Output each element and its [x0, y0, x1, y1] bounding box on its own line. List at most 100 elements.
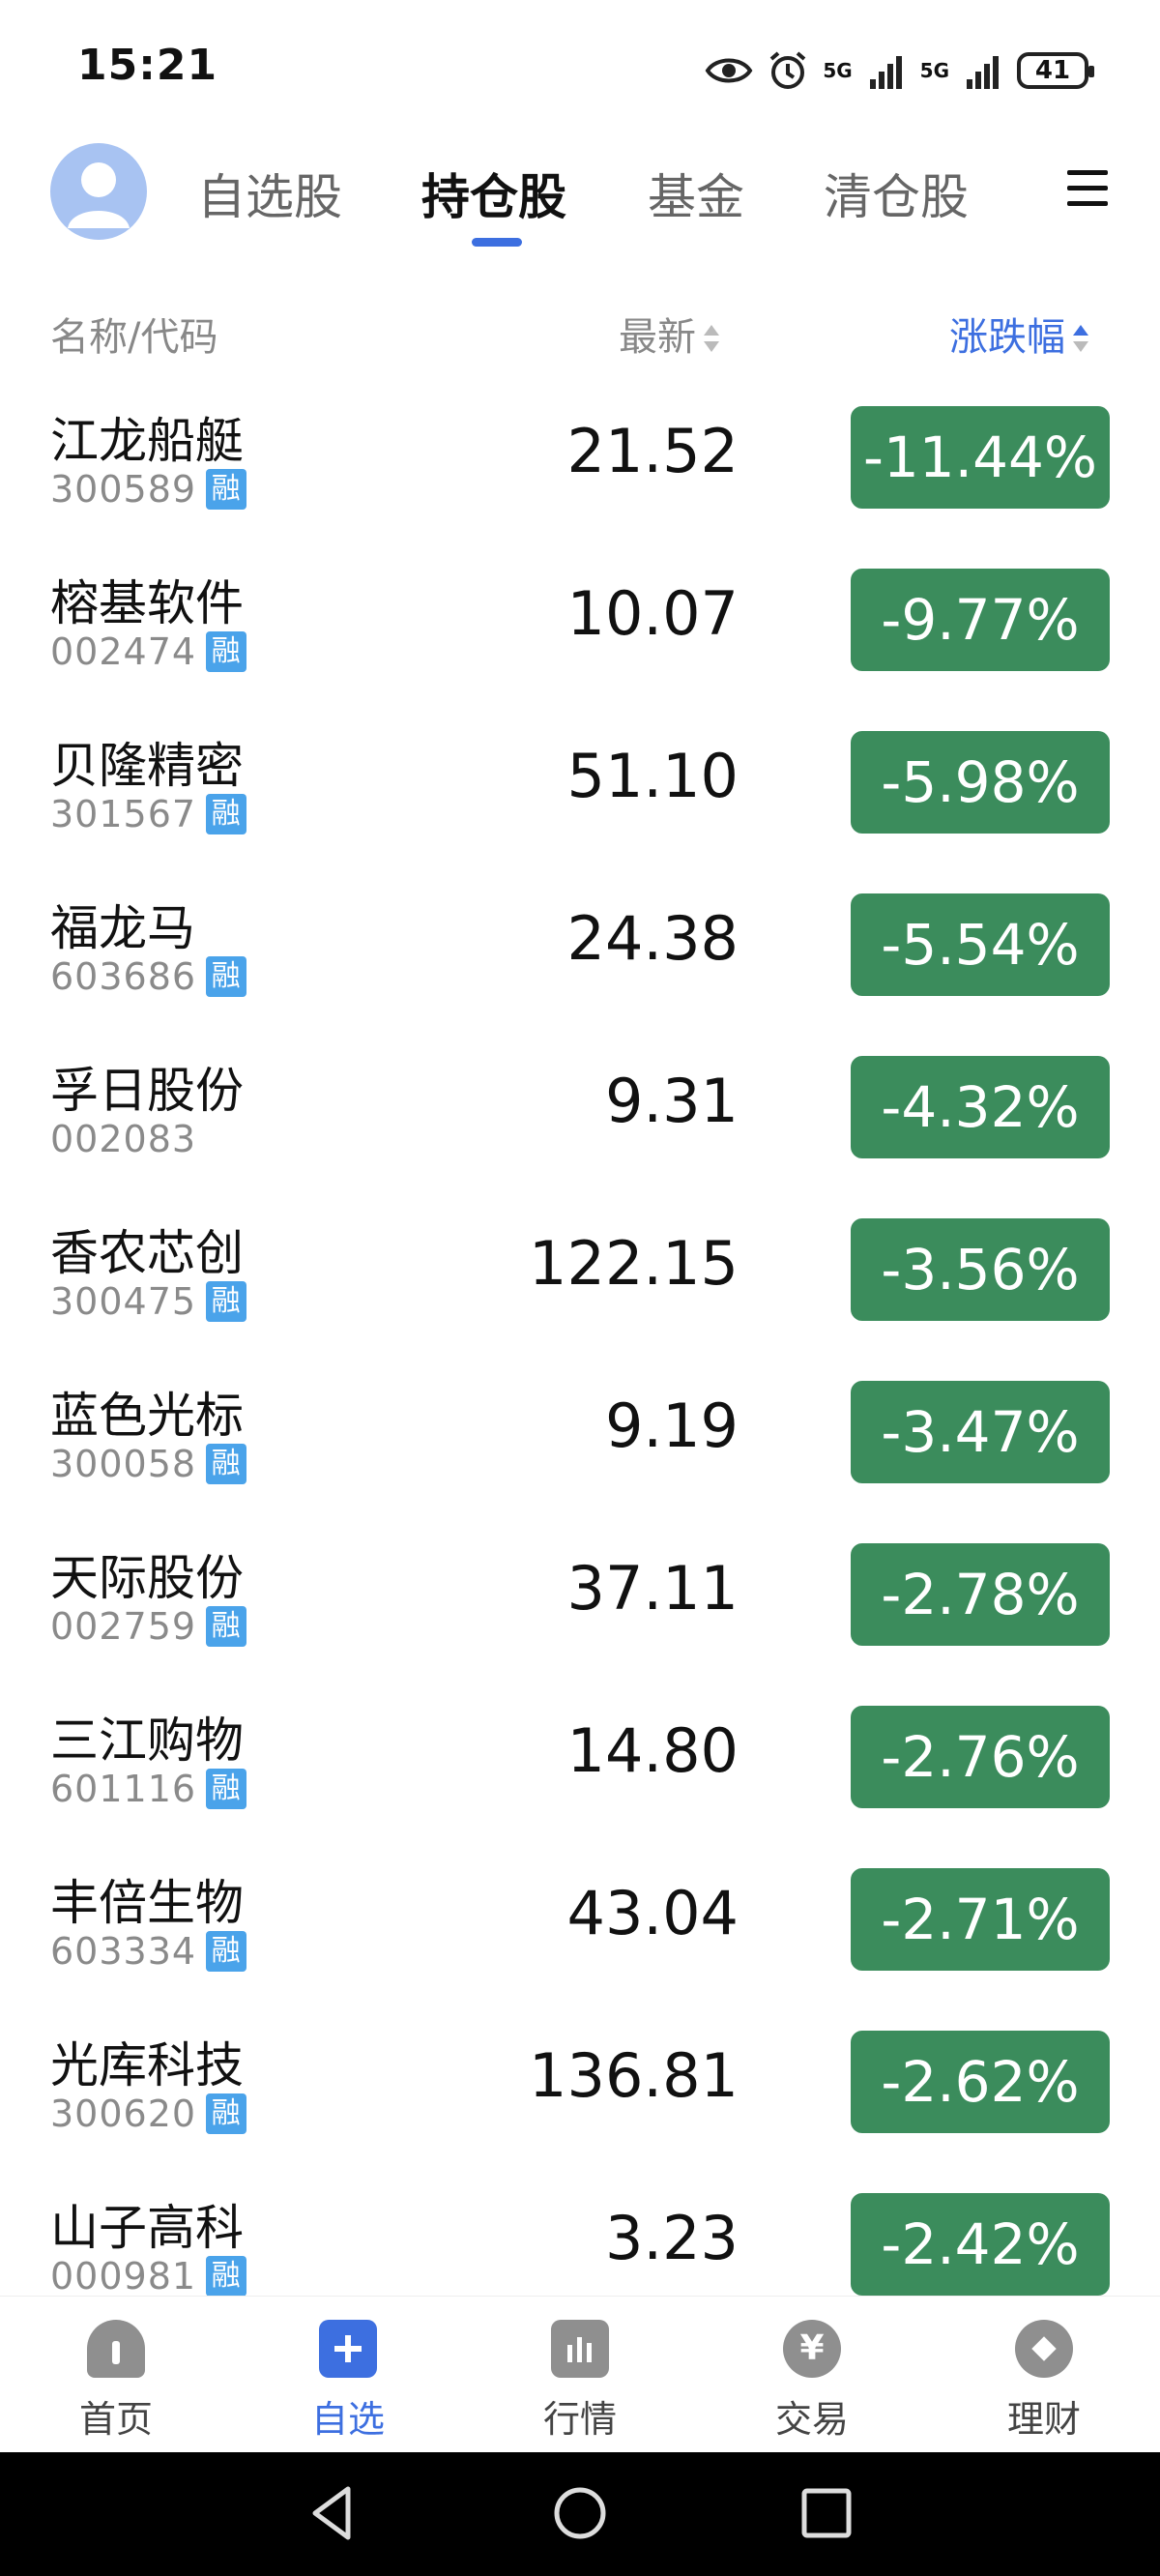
stock-price: 37.11	[566, 1553, 740, 1624]
stock-row[interactable]: 三江购物 601116 融 14.80 -2.76%	[0, 1677, 1160, 1839]
stock-code: 000981	[50, 2255, 197, 2296]
change-percent-badge[interactable]: -2.78%	[851, 1543, 1110, 1646]
stock-row[interactable]: 福龙马 603686 融 24.38 -5.54%	[0, 864, 1160, 1027]
nav-trade-label: 交易	[774, 2398, 849, 2441]
nav-wealth[interactable]: 理财	[967, 2320, 1121, 2443]
change-percent-badge[interactable]: -11.44%	[851, 406, 1110, 509]
status-bar: 15:21 5G 5G 41	[0, 0, 1160, 135]
sort-desc-icon	[1073, 323, 1088, 356]
stock-price: 9.19	[604, 1390, 739, 1461]
change-percent-badge[interactable]: -5.54%	[851, 893, 1110, 996]
stock-code: 002083	[50, 1118, 197, 1160]
stock-price: 136.81	[529, 2040, 739, 2111]
stock-price: 43.04	[566, 1878, 740, 1948]
change-percent-badge[interactable]: -2.76%	[851, 1706, 1110, 1808]
stock-row[interactable]: 榕基软件 002474 融 10.07 -9.77%	[0, 540, 1160, 702]
signal-1-label: 5G	[823, 59, 853, 82]
back-icon[interactable]	[302, 2481, 365, 2545]
stock-price: 9.31	[604, 1066, 739, 1136]
nav-wealth-label: 理财	[1006, 2398, 1081, 2441]
alarm-icon	[770, 51, 806, 89]
margin-badge: 融	[206, 2093, 247, 2134]
stock-name: 山子高科	[50, 2200, 244, 2256]
column-change-sort[interactable]: 涨跌幅	[949, 306, 1088, 362]
stock-code: 603334	[50, 1930, 197, 1973]
stock-code-line: 300058 融	[50, 1443, 247, 1487]
column-header: 名称/代码 最新 涨跌幅	[0, 290, 1160, 373]
stock-name: 香农芯创	[50, 1225, 244, 1281]
nav-home-label: 首页	[78, 2398, 153, 2441]
change-percent-badge[interactable]: -5.98%	[851, 731, 1110, 834]
stock-price: 122.15	[529, 1228, 739, 1299]
nav-home[interactable]: 首页	[39, 2320, 193, 2443]
margin-badge: 融	[206, 1605, 247, 1647]
nav-watchlist[interactable]: 自选	[271, 2320, 425, 2443]
menu-icon[interactable]	[1067, 170, 1108, 211]
stock-row[interactable]: 山子高科 000981 融 3.23 -2.42%	[0, 2164, 1160, 2296]
tab-cleared[interactable]: 清仓股	[824, 159, 969, 228]
margin-badge: 融	[206, 955, 247, 997]
margin-badge: 融	[206, 1443, 247, 1484]
home-icon	[87, 2320, 145, 2378]
stock-code: 300620	[50, 2093, 197, 2135]
stock-code-line: 601116 融	[50, 1768, 247, 1812]
signal-2-label: 5G	[919, 59, 949, 82]
nav-market-label: 行情	[542, 2398, 617, 2441]
stock-row[interactable]: 光库科技 300620 融 136.81 -2.62%	[0, 2002, 1160, 2164]
user-avatar-icon	[68, 162, 130, 228]
chart-bars-icon	[551, 2320, 609, 2378]
diamond-icon	[1015, 2320, 1073, 2378]
stock-code: 603686	[50, 955, 197, 998]
stock-code: 300475	[50, 1280, 197, 1323]
margin-badge: 融	[206, 1280, 247, 1322]
change-percent-badge[interactable]: -2.71%	[851, 1868, 1110, 1971]
stock-code: 300589	[50, 468, 197, 511]
active-tab-indicator	[472, 238, 522, 247]
change-percent-badge[interactable]: -4.32%	[851, 1056, 1110, 1158]
change-percent-badge[interactable]: -3.47%	[851, 1381, 1110, 1483]
stock-code: 301567	[50, 793, 197, 835]
stock-code: 002759	[50, 1605, 197, 1648]
signal-2-icon	[967, 56, 999, 89]
nav-trade[interactable]: ¥ 交易	[735, 2320, 889, 2443]
plus-icon	[319, 2320, 377, 2378]
stock-code-line: 300589 融	[50, 468, 247, 512]
stock-code-line: 000981 融	[50, 2255, 247, 2296]
bottom-nav: 首页 自选 行情 ¥ 交易 理财	[0, 2296, 1160, 2453]
status-time: 15:21	[77, 41, 218, 90]
margin-badge: 融	[206, 468, 247, 510]
column-latest-sort[interactable]: 最新	[619, 306, 719, 362]
change-percent-badge[interactable]: -2.42%	[851, 2193, 1110, 2296]
tab-watchlist[interactable]: 自选股	[197, 159, 342, 228]
change-percent-badge[interactable]: -9.77%	[851, 569, 1110, 671]
change-percent-badge[interactable]: -2.62%	[851, 2031, 1110, 2133]
stock-price: 14.80	[566, 1715, 740, 1786]
stock-row[interactable]: 贝隆精密 301567 融 51.10 -5.98%	[0, 702, 1160, 864]
stock-row[interactable]: 丰倍生物 603334 融 43.04 -2.71%	[0, 1839, 1160, 2002]
change-percent-badge[interactable]: -3.56%	[851, 1218, 1110, 1321]
stock-price: 3.23	[604, 2203, 739, 2273]
stock-row[interactable]: 香农芯创 300475 融 122.15 -3.56%	[0, 1189, 1160, 1352]
tab-funds[interactable]: 基金	[648, 159, 744, 228]
home-button-icon[interactable]	[548, 2481, 612, 2545]
stock-price: 24.38	[566, 903, 740, 974]
margin-badge: 融	[206, 793, 247, 834]
top-tab-bar: 自选股 持仓股 基金 清仓股	[0, 135, 1160, 271]
stock-name: 三江购物	[50, 1712, 244, 1769]
column-change-label: 涨跌幅	[949, 315, 1065, 360]
nav-market[interactable]: 行情	[503, 2320, 657, 2443]
tab-holdings[interactable]: 持仓股	[421, 159, 566, 228]
stock-name: 光库科技	[50, 2037, 244, 2093]
recents-icon[interactable]	[795, 2481, 858, 2545]
stock-name: 江龙船艇	[50, 413, 244, 469]
stock-row[interactable]: 孚日股份 002083 9.31 -4.32%	[0, 1027, 1160, 1189]
margin-badge: 融	[206, 1930, 247, 1972]
stock-row[interactable]: 江龙船艇 300589 融 21.52 -11.44%	[0, 377, 1160, 540]
avatar[interactable]	[50, 143, 147, 240]
battery-icon: 41	[1017, 52, 1094, 89]
stock-row[interactable]: 天际股份 002759 融 37.11 -2.78%	[0, 1514, 1160, 1677]
system-nav-bar	[0, 2452, 1160, 2576]
stock-list[interactable]: 江龙船艇 300589 融 21.52 -11.44% 榕基软件 002474 融 10.07-…	[0, 377, 1160, 2296]
stock-code-line: 300475 融	[50, 1280, 247, 1325]
stock-row[interactable]: 蓝色光标 300058 融 9.19 -3.47%	[0, 1352, 1160, 1514]
